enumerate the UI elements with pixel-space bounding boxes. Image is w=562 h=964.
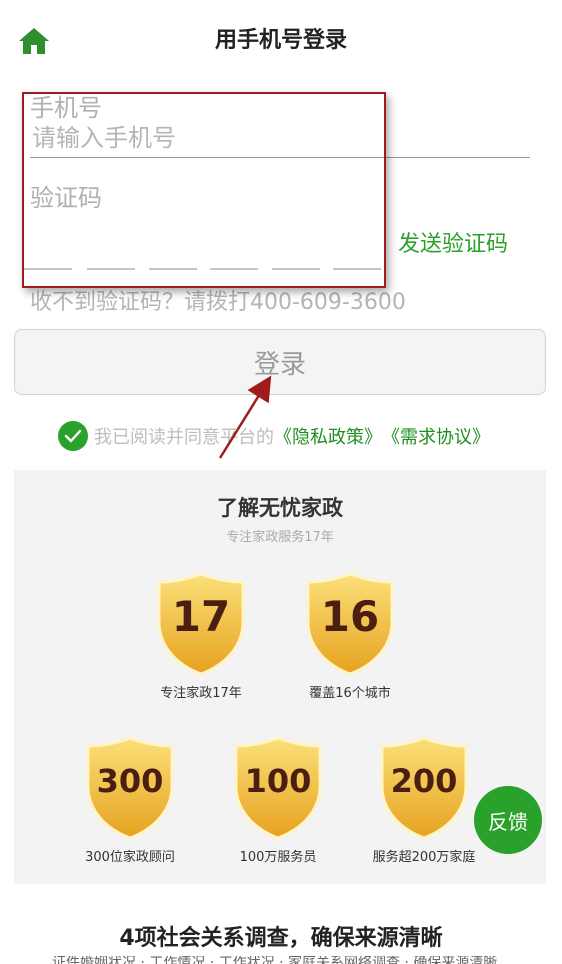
badge-number: 300 bbox=[96, 762, 164, 800]
agreement-text: 我已阅读并同意平台的 bbox=[94, 427, 274, 448]
code-label: 验证码 bbox=[30, 184, 102, 212]
badge-caption: 100万服务员 bbox=[239, 850, 317, 865]
code-digit-box[interactable] bbox=[149, 228, 197, 270]
code-digit-box[interactable] bbox=[210, 228, 258, 270]
send-code-button[interactable]: 发送验证码 bbox=[398, 226, 508, 258]
code-digit-box[interactable] bbox=[87, 228, 135, 270]
code-digit-box[interactable] bbox=[24, 228, 72, 270]
code-digit-box[interactable] bbox=[272, 228, 320, 270]
badge-caption: 专注家政17年 bbox=[160, 686, 242, 701]
login-button[interactable]: 登录 bbox=[14, 329, 546, 395]
about-section: 了解无忧家政 专注家政服务17年 17 专注家政17年 16 覆盖16个城市 3… bbox=[14, 470, 546, 884]
section-subtitle: 证件婚姻状况 · 工作情况 · 工作状况 · 家庭关系网络调查 · 确保来源清晰 bbox=[52, 956, 498, 964]
badge-number: 16 bbox=[320, 592, 380, 641]
demand-agreement-link[interactable]: 《需求协议》 bbox=[382, 423, 490, 449]
badge-number: 17 bbox=[171, 592, 231, 641]
badge-caption: 覆盖16个城市 bbox=[309, 686, 391, 701]
badge-number: 100 bbox=[244, 762, 312, 800]
header: 用手机号登录 bbox=[0, 0, 562, 80]
stat-badge: 100 100万服务员 bbox=[208, 736, 348, 865]
page-title: 用手机号登录 bbox=[214, 28, 347, 53]
code-digit-box[interactable] bbox=[333, 228, 381, 270]
privacy-policy-link[interactable]: 《隐私政策》 bbox=[274, 423, 382, 449]
feedback-button[interactable]: 反馈 bbox=[474, 786, 542, 854]
section-title: 4项社会关系调查，确保来源清晰 bbox=[119, 926, 443, 951]
checkmark-icon[interactable] bbox=[58, 421, 88, 451]
badge-caption: 服务超200万家庭 bbox=[372, 850, 476, 865]
stat-badge: 17 专注家政17年 bbox=[131, 572, 271, 701]
help-text: 收不到验证码？请拨打400-609-3600 bbox=[30, 290, 406, 315]
badge-caption: 300位家政顾问 bbox=[85, 850, 175, 865]
stat-badge: 200 服务超200万家庭 bbox=[354, 736, 494, 865]
about-subtitle: 专注家政服务17年 bbox=[226, 530, 334, 545]
stat-badge: 16 覆盖16个城市 bbox=[280, 572, 420, 701]
about-title: 了解无忧家政 bbox=[217, 496, 343, 520]
phone-input[interactable] bbox=[30, 118, 530, 158]
agreement-row: 我已阅读并同意平台的 《隐私政策》 《需求协议》 bbox=[58, 420, 490, 452]
stat-badge: 300 300位家政顾问 bbox=[60, 736, 200, 865]
badge-number: 200 bbox=[390, 762, 458, 800]
